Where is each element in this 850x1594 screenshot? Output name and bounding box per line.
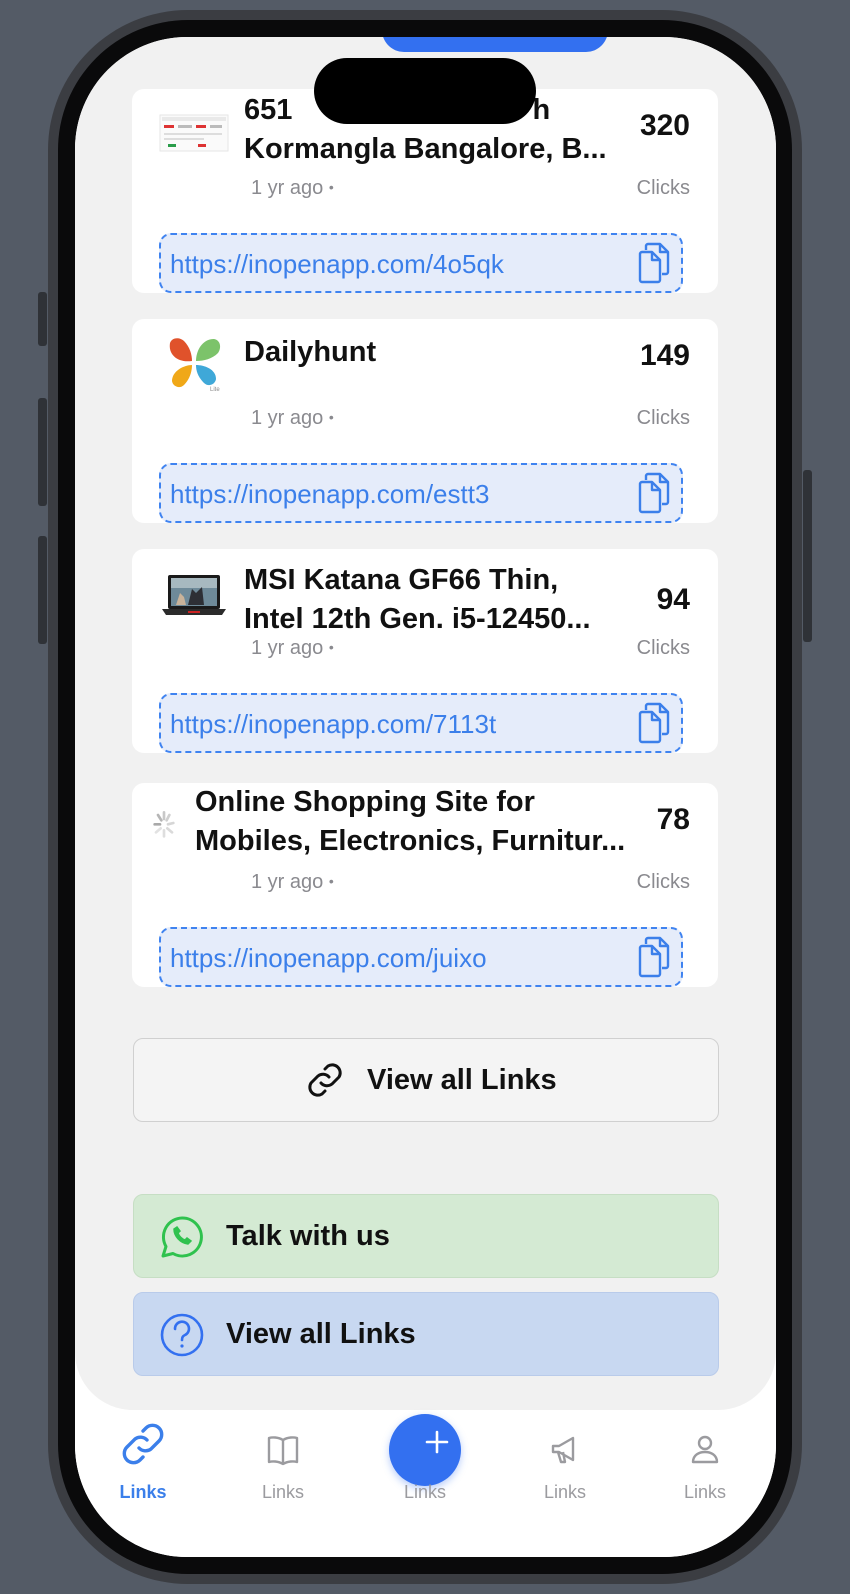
loading-spinner (153, 810, 175, 838)
clicks-label: Clicks (636, 871, 690, 893)
link-title: Dailyhunt (244, 336, 377, 368)
click-count: 78 (656, 803, 690, 836)
question-circle-icon (160, 1313, 204, 1357)
help-view-all-links-label: View all Links (226, 1318, 416, 1350)
tab-label: Links (683, 1482, 727, 1502)
copy-icon[interactable] (636, 936, 672, 978)
laptop-thumbnail (162, 575, 226, 615)
phone-screen: 651 h Kormangla Bangalore, B... 320 1 yr… (75, 37, 776, 1557)
plus-icon (425, 1430, 449, 1454)
tab-label: Links (119, 1482, 167, 1502)
volume-up-button (38, 398, 47, 506)
short-url[interactable]: https://inopenapp.com/4o5qk (170, 249, 504, 280)
tab-label: Links (543, 1482, 587, 1502)
click-count: 320 (639, 109, 690, 142)
short-url[interactable]: https://inopenapp.com/estt3 (170, 479, 489, 510)
megaphone-icon (551, 1436, 575, 1464)
volume-down-button (38, 536, 47, 644)
short-url[interactable]: https://inopenapp.com/7113t (170, 709, 496, 740)
talk-with-us-label: Talk with us (226, 1220, 390, 1252)
link-age: 1 yr ago • (251, 407, 334, 429)
link-icon (308, 1063, 342, 1097)
tab-create[interactable]: Links (375, 1414, 475, 1510)
link-card[interactable]: MSI Katana GF66 Thin, Intel 12th Gen. i5… (132, 549, 718, 753)
link-title: Online Shopping Site for Mobiles, Electr… (195, 786, 626, 857)
user-icon (691, 1435, 719, 1464)
dailyhunt-logo: Lite (169, 338, 220, 393)
action-button (38, 292, 47, 346)
short-url-box[interactable]: https://inopenapp.com/juixo (159, 927, 683, 987)
view-all-links-label: View all Links (367, 1064, 557, 1096)
short-url-box[interactable]: https://inopenapp.com/4o5qk (159, 233, 683, 293)
tab-links[interactable]: Links (93, 1420, 193, 1510)
tab-book[interactable]: Links (233, 1420, 333, 1510)
click-count: 149 (639, 339, 690, 372)
svg-text:Lite: Lite (210, 387, 220, 393)
short-url[interactable]: https://inopenapp.com/juixo (170, 943, 487, 974)
link-age: 1 yr ago • (251, 871, 334, 893)
copy-icon[interactable] (636, 472, 672, 514)
short-url-box[interactable]: https://inopenapp.com/estt3 (159, 463, 683, 523)
header-background (382, 37, 608, 52)
power-button (803, 470, 812, 642)
clicks-label: Clicks (636, 407, 690, 429)
links-content: 651 h Kormangla Bangalore, B... 320 1 yr… (75, 37, 776, 1410)
talk-with-us-button[interactable]: Talk with us (133, 1194, 719, 1278)
clicks-label: Clicks (636, 637, 690, 659)
whatsapp-icon (161, 1216, 203, 1258)
link-age: 1 yr ago • (251, 177, 334, 199)
link-age: 1 yr ago • (251, 637, 334, 659)
clicks-label: Clicks (636, 177, 690, 199)
short-url-box[interactable]: https://inopenapp.com/7113t (159, 693, 683, 753)
link-card[interactable]: Online Shopping Site for Mobiles, Electr… (132, 783, 718, 987)
tab-label: Links (403, 1482, 447, 1502)
click-count: 94 (656, 583, 690, 616)
screenshot-thumbnail (159, 114, 229, 152)
link-icon (122, 1423, 164, 1465)
create-link-button[interactable] (389, 1414, 461, 1486)
bottom-tab-bar: Links Links Links Links Links (75, 1410, 776, 1557)
tab-profile[interactable]: Links (655, 1420, 755, 1510)
book-icon (267, 1436, 299, 1466)
copy-icon[interactable] (636, 242, 672, 284)
help-button[interactable]: View all Links (133, 1292, 719, 1376)
tab-campaigns[interactable]: Links (515, 1420, 615, 1510)
link-title: MSI Katana GF66 Thin, Intel 12th Gen. i5… (244, 564, 591, 635)
copy-icon[interactable] (636, 702, 672, 744)
link-card[interactable]: Lite Dailyhunt 149 1 yr ago • Clicks htt… (132, 319, 718, 523)
tab-label: Links (261, 1482, 305, 1502)
view-all-links-button[interactable]: View all Links (133, 1038, 719, 1122)
dynamic-island (314, 58, 536, 124)
